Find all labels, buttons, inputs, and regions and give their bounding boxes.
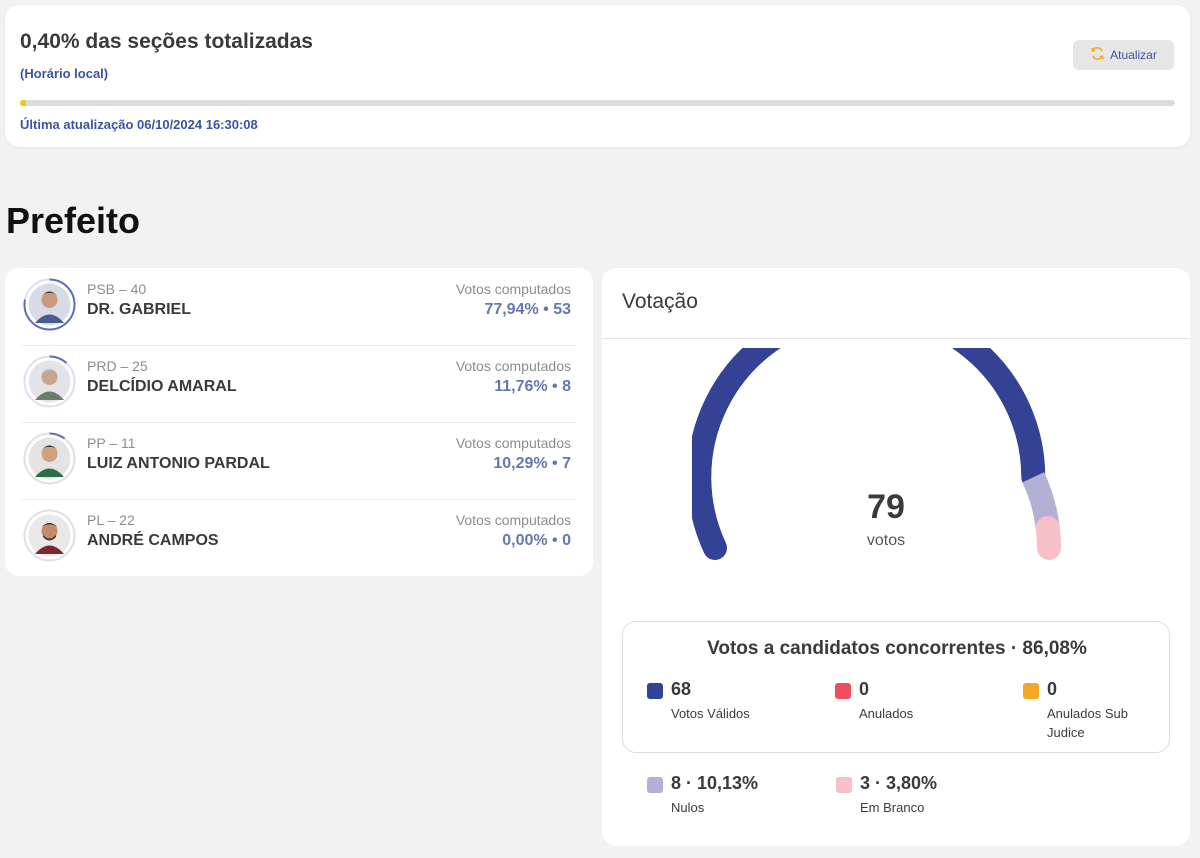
header-divider <box>602 338 1190 339</box>
candidate-votes: 11,76% • 8 <box>494 378 571 395</box>
candidate-avatar <box>23 509 76 562</box>
totalization-status-card: 0,40% das seções totalizadas (Horário lo… <box>5 5 1190 147</box>
total-votes-unit: votos <box>866 532 906 549</box>
voting-card: Votação 79 votos Votos a candidatos conc… <box>602 268 1190 846</box>
candidate-party: PL – 22 <box>87 512 135 528</box>
refresh-label: Atualizar <box>1110 48 1157 62</box>
legend-label: Em Branco <box>860 800 925 815</box>
candidate-votes: 77,94% • 53 <box>484 301 571 318</box>
local-time-note: (Horário local) <box>20 66 109 81</box>
legend-label: Anulados <box>859 706 914 721</box>
candidate-row[interactable]: PRD – 25 DELCÍDIO AMARAL Votos computado… <box>5 345 593 422</box>
legend-label: Votos Válidos <box>671 706 750 721</box>
refresh-icon <box>1090 46 1105 64</box>
total-votes: 79 <box>867 488 905 526</box>
candidate-name: ANDRÉ CAMPOS <box>87 532 219 549</box>
candidate-name: DR. GABRIEL <box>87 301 191 318</box>
legend-value: 8 · 10,13% <box>671 773 759 793</box>
legend-label: Nulos <box>671 800 705 815</box>
candidate-avatar <box>23 355 76 408</box>
candidate-name: LUIZ ANTONIO PARDAL <box>87 455 270 472</box>
legend-label: Anulados Sub Judice <box>1047 706 1128 740</box>
legend-null: 8 · 10,13% Nulos <box>647 773 817 819</box>
legend-swatch-valid <box>647 683 663 699</box>
voting-header: Votação <box>622 290 698 313</box>
candidates-card: PSB – 40 DR. GABRIEL Votos computados 77… <box>5 268 593 576</box>
legend-annulled: 0 Anulados <box>835 679 995 721</box>
legend-value: 68 <box>671 679 692 699</box>
votes-label: Votos computados <box>455 281 571 297</box>
totalization-progress-bar <box>20 100 1175 106</box>
legend-value: 0 <box>1047 679 1058 699</box>
candidate-votes: 10,29% • 7 <box>493 455 571 472</box>
votes-label: Votos computados <box>455 358 571 374</box>
legend-swatch-sub-judice <box>1023 683 1039 699</box>
candidate-row[interactable]: PP – 11 LUIZ ANTONIO PARDAL Votos comput… <box>5 422 593 499</box>
candidate-party: PRD – 25 <box>87 358 148 374</box>
candidate-avatar <box>23 432 76 485</box>
candidate-avatar <box>23 278 76 331</box>
candidate-party: PP – 11 <box>87 435 136 451</box>
candidate-row[interactable]: PSB – 40 DR. GABRIEL Votos computados 77… <box>5 268 593 345</box>
legend-swatch-annulled <box>835 683 851 699</box>
legend-value: 3 · 3,80% <box>860 773 938 793</box>
legend-value: 0 <box>859 679 870 699</box>
totalization-percentage: 0,40% das seções totalizadas <box>20 30 313 53</box>
candidate-votes: 0,00% • 0 <box>502 532 571 549</box>
concurrent-votes-title: Votos a candidatos concorrentes · 86,08% <box>707 638 1087 659</box>
progress-fill <box>20 100 26 106</box>
legend-valid: 68 Votos Válidos <box>647 679 807 721</box>
votes-label: Votos computados <box>455 435 571 451</box>
candidate-party: PSB – 40 <box>87 281 147 297</box>
last-update-timestamp: Última atualização 06/10/2024 16:30:08 <box>20 117 258 132</box>
office-title: Prefeito <box>6 200 141 241</box>
concurrent-votes-box: Votos a candidatos concorrentes · 86,08%… <box>622 621 1170 753</box>
legend-swatch-blank <box>836 777 852 793</box>
candidate-name: DELCÍDIO AMARAL <box>87 378 237 395</box>
refresh-button[interactable]: Atualizar <box>1073 40 1174 70</box>
candidate-row[interactable]: PL – 22 ANDRÉ CAMPOS Votos computados 0,… <box>5 499 593 576</box>
legend-blank: 3 · 3,80% Em Branco <box>836 773 1006 819</box>
legend-swatch-null <box>647 777 663 793</box>
votes-label: Votos computados <box>455 512 571 528</box>
legend-sub-judice: 0 Anulados Sub Judice <box>1023 679 1153 740</box>
